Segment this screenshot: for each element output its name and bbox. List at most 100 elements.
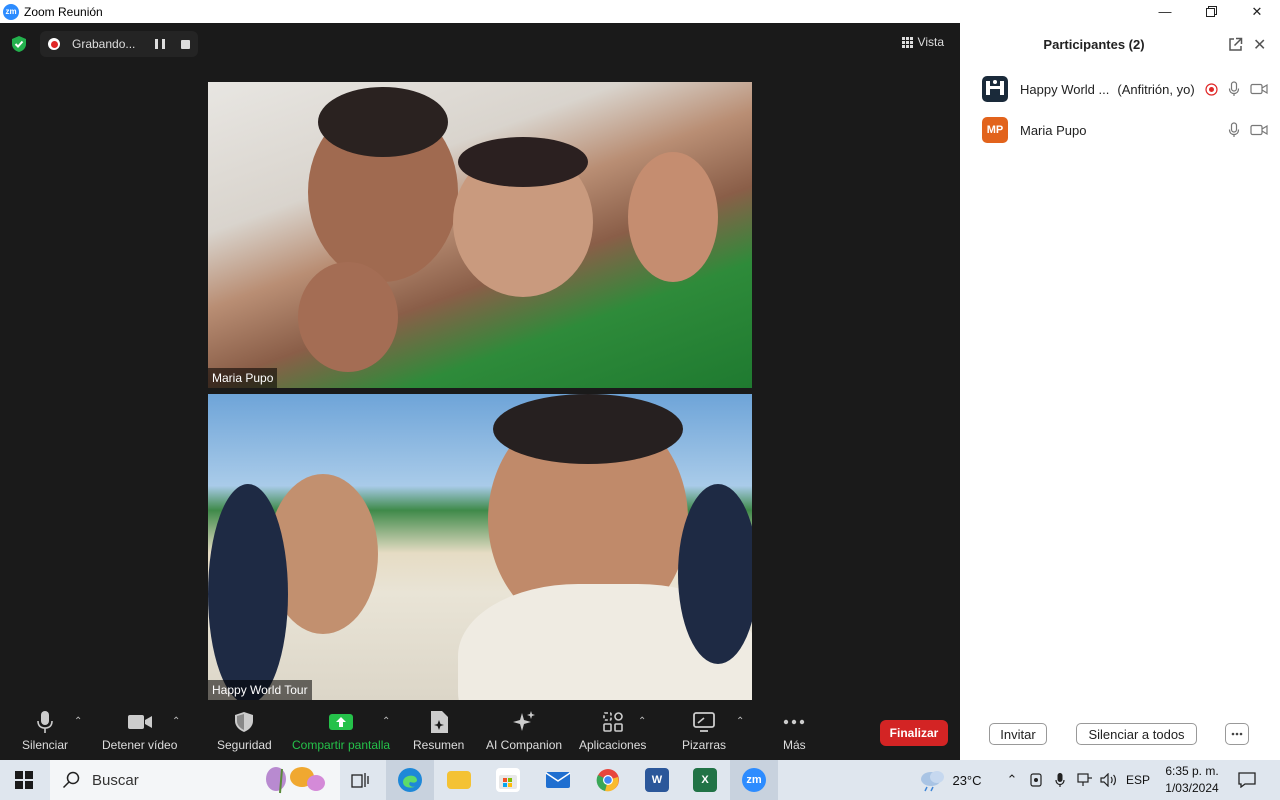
participant-name: Maria Pupo	[1020, 122, 1087, 138]
taskbar-app-store[interactable]	[484, 760, 532, 800]
participants-panel: Participantes (2) ✕ Happy World ... (Anf…	[960, 23, 1280, 760]
participants-title: Participantes (2)	[1043, 37, 1145, 52]
stop-video-button[interactable]: Detener vídeo	[102, 710, 177, 752]
taskbar-search[interactable]: Buscar	[50, 760, 340, 800]
search-highlight-butterfly-icon	[266, 767, 325, 794]
share-screen-button[interactable]: Compartir pantalla	[292, 710, 390, 752]
close-window-button[interactable]: ✕	[1234, 0, 1280, 23]
summary-label: Resumen	[413, 738, 465, 752]
folder-icon	[447, 771, 471, 789]
whiteboard-icon	[692, 710, 716, 734]
share-screen-icon	[328, 710, 354, 734]
taskbar-app-zoom[interactable]: zm	[730, 760, 778, 800]
network-icon[interactable]	[1074, 760, 1096, 800]
mute-all-button[interactable]: Silenciar a todos	[1076, 723, 1197, 745]
mail-envelope-icon	[545, 772, 571, 788]
restore-button[interactable]	[1188, 0, 1234, 23]
participant-mic-icon[interactable]	[1228, 81, 1240, 97]
end-meeting-button[interactable]: Finalizar	[880, 720, 948, 746]
stop-video-label: Detener vídeo	[102, 738, 178, 752]
ai-companion-label: AI Companion	[486, 738, 563, 752]
view-button[interactable]: Vista	[901, 35, 944, 49]
participant-status-icons	[1228, 122, 1268, 138]
more-button[interactable]: Más	[783, 710, 806, 752]
show-hidden-icons-chevron-icon[interactable]: ⌃	[1002, 760, 1022, 800]
apps-button[interactable]: Aplicaciones	[579, 710, 646, 752]
clock-time: 6:35 p. m.	[1165, 764, 1219, 778]
excel-icon: X	[693, 768, 717, 792]
recording-status-icon	[1205, 82, 1218, 96]
apps-options-caret-icon[interactable]: ⌃	[638, 716, 646, 727]
edge-browser-icon	[398, 768, 422, 792]
weather-cloud-rain-icon	[921, 771, 944, 792]
windows-logo-icon	[15, 771, 33, 789]
share-screen-label: Compartir pantalla	[292, 738, 391, 752]
share-options-caret-icon[interactable]: ⌃	[382, 716, 390, 727]
whiteboards-options-caret-icon[interactable]: ⌃	[736, 716, 744, 727]
invite-button[interactable]: Invitar	[989, 723, 1047, 745]
meeting-toolbar: Silenciar ⌃ Detener vídeo ⌃ Seguridad Co…	[0, 700, 960, 760]
taskbar-app-excel[interactable]: X	[682, 760, 728, 800]
summary-button[interactable]: Resumen	[413, 710, 464, 752]
taskbar-app-chrome[interactable]	[584, 760, 632, 800]
participant-row[interactable]: Happy World ... (Anfitrión, yo)	[982, 75, 1268, 103]
panel-footer: Invitar Silenciar a todos	[960, 723, 1280, 747]
weather-widget[interactable]	[916, 760, 950, 800]
mute-button[interactable]: Silenciar	[22, 710, 68, 752]
recording-label: Grabando...	[72, 37, 136, 51]
word-icon: W	[645, 768, 669, 792]
participant-role: (Anfitrión, yo)	[1117, 81, 1195, 97]
whiteboards-button[interactable]: Pizarras	[682, 710, 726, 752]
participant-mic-icon[interactable]	[1228, 122, 1240, 138]
chrome-browser-icon	[596, 769, 619, 792]
zoom-app-icon: zm	[742, 768, 766, 792]
store-bag-icon	[496, 768, 520, 792]
encryption-shield-icon[interactable]	[8, 33, 30, 55]
microphone-icon	[36, 710, 54, 734]
windows-taskbar: Buscar W X zm 23°C ⌃ ESP 6:35 p. m. 1/03…	[0, 760, 1280, 800]
clock[interactable]: 6:35 p. m. 1/03/2024	[1160, 763, 1224, 797]
security-label: Seguridad	[217, 738, 272, 752]
recording-indicator: Grabando...	[40, 31, 199, 57]
task-view-button[interactable]	[342, 760, 378, 800]
title-bar: zm Zoom Reunión — ✕	[0, 0, 1280, 23]
summary-icon	[428, 710, 450, 734]
ai-companion-button[interactable]: AI Companion	[486, 710, 562, 752]
video-tile-happy-world-tour[interactable]: Happy World Tour	[208, 394, 752, 700]
tray-microphone-icon[interactable]	[1050, 760, 1070, 800]
video-options-caret-icon[interactable]: ⌃	[172, 716, 180, 727]
window-controls: — ✕	[1142, 0, 1280, 23]
taskbar-app-edge[interactable]	[386, 760, 434, 800]
taskbar-app-word[interactable]: W	[634, 760, 680, 800]
meeting-area: Grabando... Vista Maria Pupo Happy World…	[0, 23, 960, 760]
notifications-icon[interactable]	[1232, 760, 1262, 800]
task-view-icon	[351, 773, 369, 788]
avatar: MP	[982, 117, 1008, 143]
tray-device-icon[interactable]	[1026, 760, 1046, 800]
taskbar-app-file-explorer[interactable]	[436, 760, 482, 800]
start-button[interactable]	[0, 760, 48, 800]
participant-video-icon[interactable]	[1250, 124, 1268, 136]
close-panel-icon[interactable]: ✕	[1253, 35, 1266, 55]
security-shield-icon	[234, 710, 254, 734]
minimize-button[interactable]: —	[1142, 0, 1188, 23]
participant-video-icon[interactable]	[1250, 83, 1268, 95]
volume-icon[interactable]	[1098, 760, 1120, 800]
participant-name: Happy World ...	[1020, 81, 1110, 97]
more-label: Más	[783, 738, 806, 752]
security-button[interactable]: Seguridad	[217, 710, 272, 752]
participant-status-icons	[1205, 81, 1268, 97]
audio-options-caret-icon[interactable]: ⌃	[74, 716, 82, 727]
pop-out-icon[interactable]	[1228, 37, 1243, 57]
panel-more-button[interactable]	[1225, 723, 1249, 745]
pause-recording-button[interactable]	[155, 39, 166, 49]
input-language[interactable]: ESP	[1122, 760, 1154, 800]
stop-recording-button[interactable]	[181, 39, 191, 49]
recording-dot-icon	[48, 38, 60, 50]
video-tile-maria-pupo[interactable]: Maria Pupo	[208, 82, 752, 388]
clock-date: 1/03/2024	[1165, 781, 1219, 795]
participant-row[interactable]: MP Maria Pupo	[982, 116, 1268, 144]
taskbar-app-mail[interactable]	[534, 760, 582, 800]
temperature: 23°C	[952, 772, 982, 788]
more-dots-icon	[783, 710, 805, 734]
